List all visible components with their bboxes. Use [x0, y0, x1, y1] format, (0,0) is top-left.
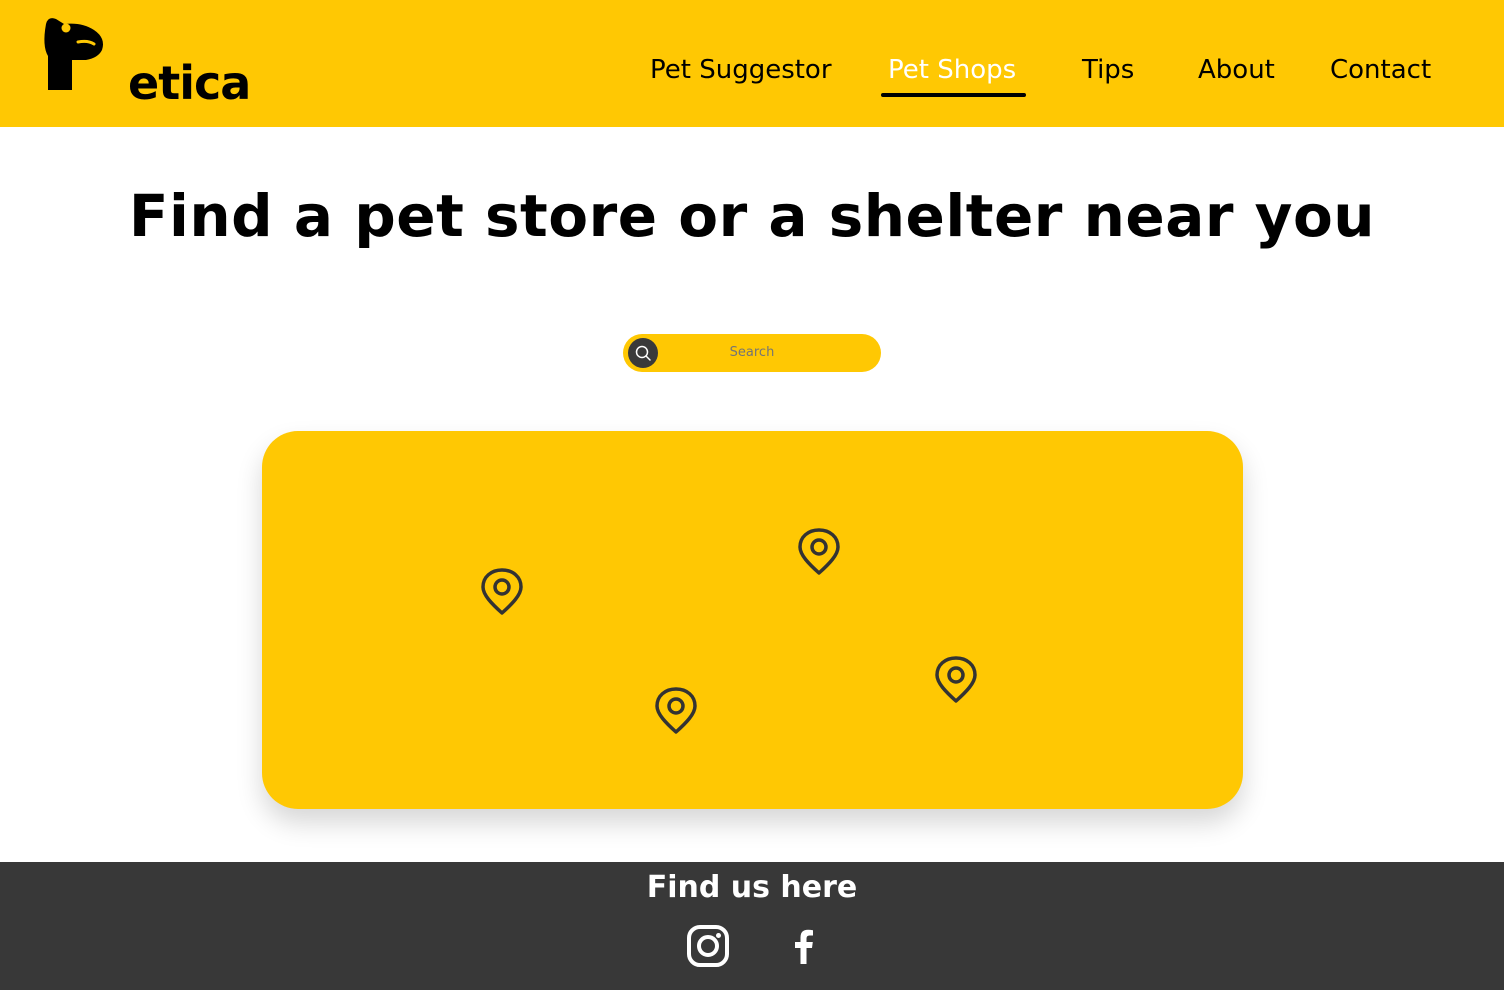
- nav-item-pet-suggestor[interactable]: Pet Suggestor: [650, 50, 832, 90]
- page-title: Find a pet store or a shelter near you: [128, 182, 1376, 250]
- map-pin-icon[interactable]: [933, 655, 979, 705]
- search-icon[interactable]: [628, 338, 658, 368]
- nav-item-pet-shops[interactable]: Pet Shops: [888, 50, 1016, 90]
- site-header: etica Pet Suggestor Pet Shops Tips About…: [0, 0, 1504, 127]
- footer-title: Find us here: [646, 870, 858, 905]
- site-footer: Find us here: [0, 862, 1504, 990]
- facebook-icon[interactable]: [782, 924, 826, 968]
- nav-item-contact[interactable]: Contact: [1330, 50, 1431, 90]
- map-pin-icon[interactable]: [796, 527, 842, 577]
- map-pin-icon[interactable]: [479, 567, 525, 617]
- search-input[interactable]: [663, 334, 841, 372]
- search-bar[interactable]: [623, 334, 881, 372]
- map-panel[interactable]: [262, 431, 1243, 809]
- main-nav: Pet Suggestor Pet Shops Tips About Conta…: [0, 50, 1504, 100]
- nav-item-tips[interactable]: Tips: [1082, 50, 1134, 90]
- map-pin-icon[interactable]: [653, 686, 699, 736]
- nav-item-about[interactable]: About: [1198, 50, 1275, 90]
- active-nav-indicator: [881, 93, 1026, 97]
- instagram-icon[interactable]: [686, 924, 730, 968]
